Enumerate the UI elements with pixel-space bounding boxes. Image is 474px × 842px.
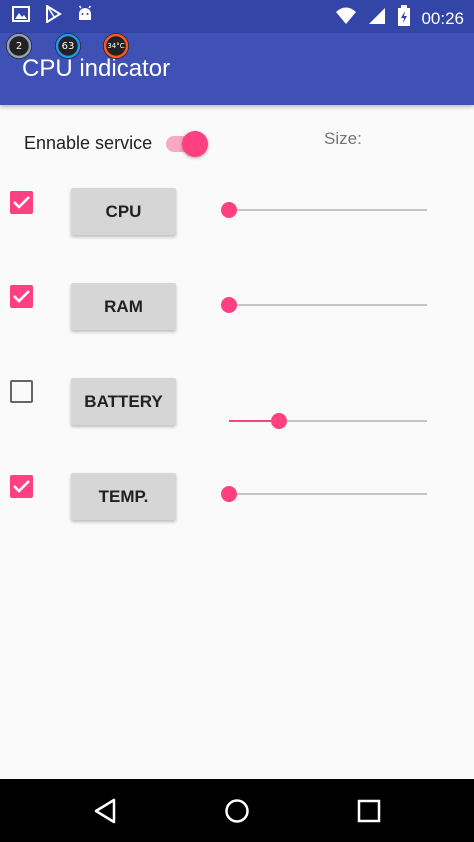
overlay-gauge-value: 2 [15,40,23,52]
temp-size-slider[interactable] [221,484,429,504]
ram-size-slider[interactable] [221,295,429,315]
overlay-gauge-1: 2 [6,33,32,59]
overlay-gauge-3: 34°C [103,33,129,59]
overlay-gauge-value: 34°C [107,42,125,50]
status-left-icons [12,4,94,28]
ram-button[interactable]: RAM [71,283,176,330]
cpu-button[interactable]: CPU [71,188,176,235]
recents-icon[interactable] [355,797,383,825]
battery-checkbox[interactable] [10,380,33,403]
status-time: 00:26 [421,8,464,28]
enable-service-switch[interactable] [166,131,210,157]
signal-icon [367,6,387,31]
cpu-size-slider[interactable] [221,200,429,220]
indicator-row-ram: RAM [0,280,474,340]
back-icon[interactable] [92,797,120,825]
slider-thumb[interactable] [221,297,237,313]
home-icon[interactable] [223,797,251,825]
overlay-gauge-2: 63 [55,33,81,59]
slider-thumb[interactable] [221,486,237,502]
navigation-bar [0,779,474,842]
play-store-icon [44,4,62,28]
battery-button[interactable]: BATTERY [71,378,176,425]
battery-charging-icon [397,5,411,32]
image-icon [12,5,30,28]
wifi-icon [335,6,357,31]
checkmark-icon [13,480,30,493]
slider-thumb[interactable] [221,202,237,218]
android-icon [76,5,94,28]
status-right-icons: 00:26 [335,5,464,32]
battery-size-slider[interactable] [221,411,429,431]
size-label: Size: [324,129,362,148]
temp-button[interactable]: TEMP. [71,473,176,520]
slider-track [229,209,427,211]
slider-thumb[interactable] [270,413,287,429]
overlay-gauge-value: 63 [61,40,75,52]
status-bar: 00:26 [0,0,474,33]
indicator-row-temp: TEMP. [0,470,474,530]
temp-checkbox[interactable] [10,475,33,498]
checkmark-icon [13,290,30,303]
cpu-checkbox[interactable] [10,191,33,214]
checkmark-icon [13,196,30,209]
switch-thumb [182,131,208,157]
indicator-row-battery: BATTERY [0,375,474,435]
app-title: CPU indicator [22,55,171,82]
enable-service-label: Ennable service [24,133,153,153]
slider-track [229,304,427,306]
ram-checkbox[interactable] [10,285,33,308]
indicator-row-cpu: CPU [0,185,474,245]
slider-track [229,493,427,495]
